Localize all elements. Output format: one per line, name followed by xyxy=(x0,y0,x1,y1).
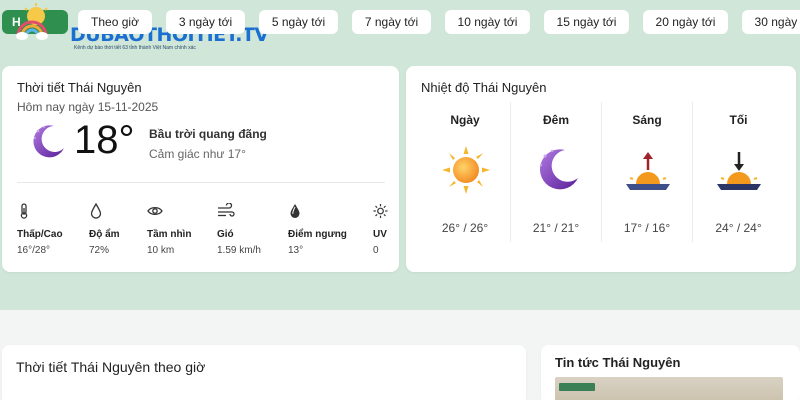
eye-icon xyxy=(147,206,163,216)
news-title: Tin tức Thái Nguyên xyxy=(555,355,681,370)
moon-icon xyxy=(539,149,578,190)
current-date: Hôm nay ngày 15-11-2025 xyxy=(17,100,159,114)
sun-uv-icon xyxy=(373,203,388,219)
period-night: Đêm 21° / 21° xyxy=(511,102,602,242)
brand-tagline: Kênh dự báo thời tiết 63 tỉnh thành Việt… xyxy=(74,45,196,51)
period-name: Ngày xyxy=(450,113,480,127)
feels-like: Cảm giác như 17° xyxy=(149,147,246,161)
stat-value: 72% xyxy=(89,245,110,256)
period-name: Sáng xyxy=(632,113,662,127)
period-temp: 21° / 21° xyxy=(532,221,580,235)
tab-20-ngay[interactable]: 20 ngày tới xyxy=(643,10,728,34)
sunset-icon xyxy=(717,152,761,190)
period-day: Ngày 26° / 26° xyxy=(420,102,511,242)
stat-low-high: Thấp/Cao 16°/28° xyxy=(17,203,87,256)
news-card: Tin tức Thái Nguyên xyxy=(541,345,800,400)
stat-value: 10 km xyxy=(147,245,175,256)
stat-label: Độ ẩm xyxy=(89,229,120,240)
temperature-title: Nhiệt độ Thái Nguyên xyxy=(421,80,547,95)
hourly-card: Thời tiết Thái Nguyên theo giờ xyxy=(2,345,526,400)
stat-value: 13° xyxy=(288,245,304,256)
period-morning: Sáng 17° / 16° xyxy=(602,102,693,242)
period-temp: 17° / 16° xyxy=(623,221,671,235)
tab-7-ngay[interactable]: 7 ngày tới xyxy=(352,10,431,34)
tab-theo-gio[interactable]: Theo giờ xyxy=(78,10,152,34)
news-thumbnail[interactable] xyxy=(555,377,783,400)
moon-icon xyxy=(33,125,64,158)
period-list: Ngày 26° / 26° Đêm 21° / 21° Sáng 17° / … xyxy=(420,102,784,242)
period-temp: 26° / 26° xyxy=(441,221,489,235)
rainbow-sun-icon xyxy=(16,3,48,40)
sun-icon xyxy=(442,146,490,194)
divider xyxy=(17,182,385,183)
period-name: Đêm xyxy=(542,113,569,127)
thermometer-icon xyxy=(20,203,28,219)
tab-3-ngay[interactable]: 3 ngày tới xyxy=(166,10,245,34)
period-name: Tối xyxy=(729,113,748,127)
stat-dew-point: Điểm ngưng 13° xyxy=(288,203,358,256)
tab-5-ngay[interactable]: 5 ngày tới xyxy=(259,10,338,34)
stat-value: 16°/28° xyxy=(17,245,51,256)
wind-icon xyxy=(218,203,235,217)
tab-30-ngay[interactable]: 30 ngày tới xyxy=(742,10,800,34)
news-thumbnail-logo xyxy=(559,383,595,391)
dewpoint-icon xyxy=(290,204,300,218)
droplet-icon xyxy=(90,203,102,219)
hourly-title: Thời tiết Thái Nguyên theo giờ xyxy=(16,359,206,375)
stat-label: Tầm nhìn xyxy=(147,229,192,240)
stat-value: 1.59 km/h xyxy=(217,245,261,256)
weather-description: Bầu trời quang đãng xyxy=(149,127,267,141)
stat-visibility: Tầm nhìn 10 km xyxy=(147,203,217,256)
weather-stats: Thấp/Cao 16°/28° Độ ẩm 72% Tầm nhìn 10 k… xyxy=(17,203,389,263)
current-temperature: 18° xyxy=(74,118,135,162)
sunrise-icon xyxy=(626,152,670,190)
period-evening: Tối 24° / 24° xyxy=(693,102,784,242)
stat-label: Gió xyxy=(217,229,234,240)
period-temp: 24° / 24° xyxy=(715,221,762,235)
current-title: Thời tiết Thái Nguyên xyxy=(17,80,142,95)
stat-label: UV xyxy=(373,229,387,240)
current-weather-card: Thời tiết Thái Nguyên Hôm nay ngày 15-11… xyxy=(2,66,399,272)
stat-value: 0 xyxy=(373,245,379,256)
stat-wind: Gió 1.59 km/h xyxy=(217,203,287,256)
stat-label: Thấp/Cao xyxy=(17,229,63,240)
stat-label: Điểm ngưng xyxy=(288,229,347,240)
temperature-card: Nhiệt độ Thái Nguyên Ngày 26° / 26° Đêm xyxy=(406,66,796,272)
tab-15-ngay[interactable]: 15 ngày tới xyxy=(544,10,629,34)
forecast-tabs: Theo giờ 3 ngày tới 5 ngày tới 7 ngày tớ… xyxy=(78,10,800,34)
tab-10-ngay[interactable]: 10 ngày tới xyxy=(445,10,530,34)
